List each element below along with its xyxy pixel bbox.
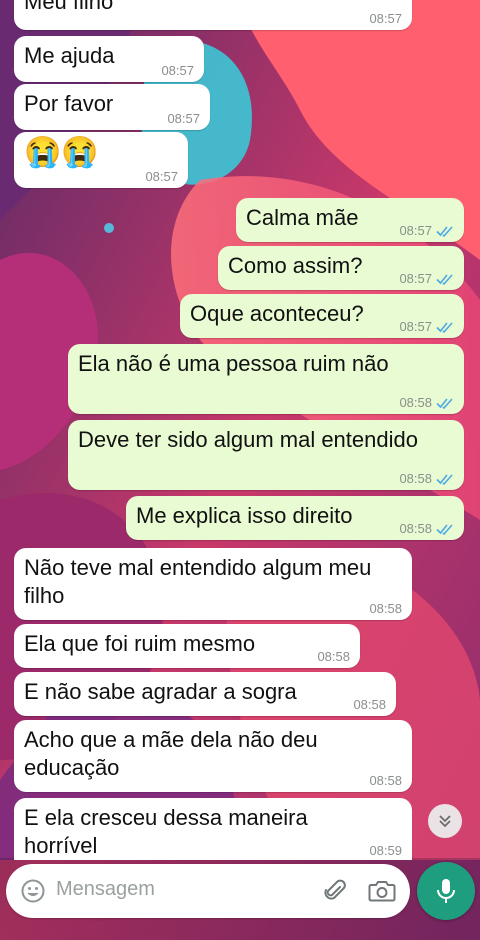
message-time: 08:57	[369, 11, 402, 26]
message-time: 08:57	[145, 169, 178, 184]
read-ticks-icon	[436, 225, 454, 237]
message-bubble-outgoing[interactable]: Me explica isso direito 08:58	[126, 496, 464, 540]
message-bubble-outgoing[interactable]: Como assim? 08:57	[218, 246, 464, 290]
message-bubble-incoming[interactable]: Me ajuda 08:57	[14, 36, 204, 82]
message-text: Me ajuda	[24, 43, 115, 68]
read-ticks-icon	[436, 273, 454, 285]
message-bubble-incoming[interactable]: E não sabe agradar a sogra 08:58	[14, 672, 396, 716]
message-bubble-outgoing[interactable]: Calma mãe 08:57	[236, 198, 464, 242]
message-time: 08:57	[399, 223, 454, 238]
read-ticks-icon	[436, 473, 454, 485]
message-text: Meu filho	[24, 0, 114, 14]
message-text: Acho que a mãe dela não deu educação	[24, 727, 318, 780]
message-bubble-incoming[interactable]: Acho que a mãe dela não deu educação 08:…	[14, 720, 412, 792]
scroll-to-bottom-button[interactable]	[428, 804, 462, 838]
message-time: 08:58	[317, 649, 350, 664]
message-bubble-outgoing[interactable]: Deve ter sido algum mal entendido 08:58	[68, 420, 464, 490]
message-composer[interactable]: Mensagem	[6, 864, 410, 918]
emoji-icon[interactable]	[20, 878, 46, 904]
message-bubble-incoming[interactable]: E ela cresceu dessa maneira horrível 08:…	[14, 798, 412, 860]
message-text: Como assim?	[228, 253, 363, 278]
message-text: Oque aconteceu?	[190, 301, 364, 326]
message-text: Não teve mal entendido algum meu filho	[24, 555, 372, 608]
paperclip-icon[interactable]	[322, 878, 348, 904]
message-time: 08:57	[399, 271, 454, 286]
microphone-button[interactable]	[417, 862, 475, 920]
message-time: 08:57	[399, 319, 454, 334]
message-text: E ela cresceu dessa maneira horrível	[24, 805, 308, 858]
message-list[interactable]: Meu filho 08:57 Me ajuda 08:57 Por favor…	[0, 0, 480, 860]
message-bubble-incoming[interactable]: 😭😭 08:57	[14, 132, 188, 188]
read-ticks-icon	[436, 523, 454, 535]
message-time: 08:57	[167, 111, 200, 126]
message-bubble-incoming[interactable]: Não teve mal entendido algum meu filho 0…	[14, 548, 412, 620]
message-text: Ela que foi ruim mesmo	[24, 631, 256, 656]
message-time: 08:58	[399, 471, 454, 486]
message-text: E não sabe agradar a sogra	[24, 679, 297, 704]
message-time: 08:58	[399, 521, 454, 536]
message-time: 08:57	[161, 63, 194, 78]
message-bubble-outgoing[interactable]: Ela não é uma pessoa ruim não 08:58	[68, 344, 464, 414]
double-chevron-down-icon	[439, 815, 451, 828]
message-text: Deve ter sido algum mal entendido	[78, 427, 418, 452]
message-time: 08:58	[369, 773, 402, 788]
read-ticks-icon	[436, 321, 454, 333]
message-text: Por favor	[24, 91, 114, 116]
message-input[interactable]: Mensagem	[56, 878, 155, 901]
message-text: 😭😭	[24, 136, 99, 169]
message-bubble-incoming[interactable]: Meu filho 08:57	[14, 0, 412, 30]
message-bubble-outgoing[interactable]: Oque aconteceu? 08:57	[180, 294, 464, 338]
camera-icon[interactable]	[368, 879, 396, 903]
message-text: Calma mãe	[246, 205, 359, 230]
read-ticks-icon	[436, 397, 454, 409]
message-text: Me explica isso direito	[136, 503, 353, 528]
message-time: 08:58	[353, 697, 386, 712]
microphone-icon	[437, 879, 455, 903]
message-time: 08:59	[369, 843, 402, 858]
message-time: 08:58	[399, 395, 454, 410]
message-text: Ela não é uma pessoa ruim não	[78, 351, 389, 376]
message-bubble-incoming[interactable]: Por favor 08:57	[14, 84, 210, 130]
message-bubble-incoming[interactable]: Ela que foi ruim mesmo 08:58	[14, 624, 360, 668]
message-time: 08:58	[369, 601, 402, 616]
